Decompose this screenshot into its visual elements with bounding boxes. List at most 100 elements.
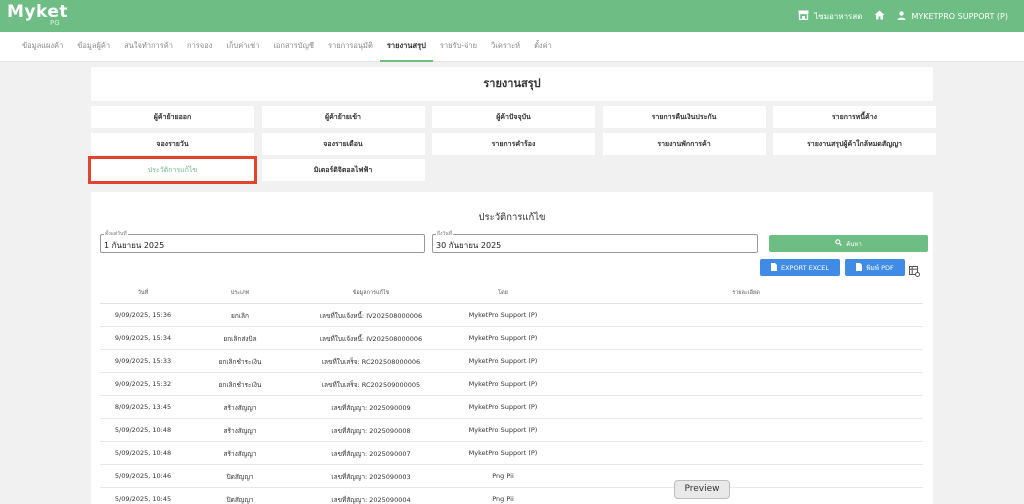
table-cell: เลขที่ใบแจ้งหนี้: IV202508000006 <box>319 312 423 320</box>
nav-item[interactable]: การจอง <box>180 32 219 62</box>
table-cell: 8/09/2025, 13:45 <box>114 403 172 411</box>
nav-item[interactable]: ตั้งค่า <box>527 32 559 62</box>
nav-item[interactable]: รายการอนุมัติ <box>321 32 380 62</box>
report-tile[interactable]: จองรายเดือน <box>261 132 425 155</box>
user-icon <box>897 10 906 22</box>
table-row[interactable]: 8/09/2025, 13:45 สร้างสัญญา เลขที่สัญญา: 2… <box>100 396 923 419</box>
export-excel-label: EXPORT EXCEL <box>780 263 830 272</box>
table-cell: เลขที่ใบเสร็จ: RC202508000006 <box>321 358 421 366</box>
content-panel: ประวัติการแก้ไข ตั้งแต่วันที่ 1 กันยายน … <box>91 192 933 504</box>
table-cell: ยกเลิก <box>231 312 249 320</box>
file-icon <box>856 262 863 273</box>
column-settings-icon[interactable] <box>909 262 920 281</box>
title-panel: รายงานสรุป <box>91 67 933 101</box>
table-cell: ปิดสัญญา <box>226 496 254 504</box>
table-cell: เลขที่ใบเสร็จ: RC202509000005 <box>321 381 421 389</box>
print-pdf-button[interactable]: พิมพ์ PDF <box>845 259 905 276</box>
table-cell: สร้างสัญญา <box>223 450 257 458</box>
report-tile[interactable]: ผู้ค้าย้ายออก <box>91 106 254 128</box>
report-tile[interactable]: รายงานสรุปผู้ค้าใกล้หมดสัญญา <box>773 132 936 155</box>
end-date-field[interactable]: ถึงวันที่ 30 กันยายน 2025 <box>432 231 758 253</box>
end-date-label: ถึงวันที่ <box>436 231 453 237</box>
main-nav: ข้อมูลแผงค้า ข้อมูลผู้ค้า สนใจทำการค้า การจ… <box>0 32 1024 62</box>
table-row[interactable]: 5/09/2025, 10:48 สร้างสัญญา เลขที่สัญญา: 2… <box>100 419 923 442</box>
table-cell: เลขที่ใบแจ้งหนี้: IV202508000006 <box>319 335 423 343</box>
table-cell: ยกเลิกชำระเงิน <box>218 381 262 389</box>
table-cell: ยกเลิกชำระเงิน <box>218 358 262 366</box>
table-cell: 5/09/2025, 10:48 <box>114 449 172 457</box>
table-cell: สร้างสัญญา <box>223 404 257 412</box>
table-row[interactable]: 9/09/2025, 15:33 ยกเลิกชำระเงิน เลขที่ใบเส… <box>100 350 923 373</box>
logo-sub: PG <box>50 19 60 27</box>
report-tile[interactable]: ผู้ค้าย้ายเข้า <box>261 106 425 128</box>
table-cell: เลขที่สัญญา: 2025090009 <box>331 404 411 412</box>
table-cell: Png Pii <box>492 495 514 503</box>
report-tile[interactable]: ประวัติการแก้ไข <box>88 156 257 184</box>
table-row[interactable]: 5/09/2025, 10:45 ปิดสัญญา เลขที่สัญญา: 202… <box>100 488 923 504</box>
table-cell: สร้างสัญญา <box>223 427 257 435</box>
history-table: วันที่ ประเภท ข้อมูลการแก้ไข โดย รายละเอียด … <box>100 282 923 504</box>
start-date-label: ตั้งแต่วันที่ <box>104 231 128 237</box>
column-header[interactable]: รายละเอียด <box>732 289 760 297</box>
table-cell: 5/09/2025, 10:45 <box>114 495 172 503</box>
table-cell: 9/09/2025, 15:32 <box>114 380 172 388</box>
report-tile[interactable]: ผู้ค้าปัจจุบัน <box>432 106 595 128</box>
nav-item[interactable]: รายรับ-จ่าย <box>433 32 484 62</box>
section-title: ประวัติการแก้ไข <box>478 212 546 223</box>
table-cell: 9/09/2025, 15:36 <box>114 311 172 319</box>
store-icon <box>798 10 809 22</box>
column-header[interactable]: ข้อมูลการแก้ไข <box>353 289 390 297</box>
table-cell: เลขที่สัญญา: 2025090003 <box>331 473 411 481</box>
table-row[interactable]: 9/09/2025, 15:36 ยกเลิก เลขที่ใบแจ้งหนี้: … <box>100 304 923 327</box>
table-row[interactable]: 9/09/2025, 15:34 ยกเลิกส่งบิล เลขที่ใบแจ้ง… <box>100 327 923 350</box>
export-excel-button[interactable]: EXPORT EXCEL <box>760 259 840 276</box>
table-cell: เลขที่สัญญา: 2025090004 <box>331 496 411 504</box>
nav-item[interactable]: ข้อมูลผู้ค้า <box>70 32 117 62</box>
table-cell: MyketPro Support (P) <box>468 334 538 342</box>
table-row[interactable]: 5/09/2025, 10:46 ปิดสัญญา เลขที่สัญญา: 202… <box>100 465 923 488</box>
table-cell: Png Pii <box>492 472 514 480</box>
table-cell: ปิดสัญญา <box>226 473 254 481</box>
home-button[interactable] <box>874 10 885 22</box>
store-selector[interactable]: ไซมอาหารสด <box>798 10 862 23</box>
preview-badge[interactable]: Preview <box>674 480 730 499</box>
nav-item[interactable]: สนใจทำการค้า <box>117 32 180 62</box>
print-pdf-label: พิมพ์ PDF <box>866 263 894 272</box>
table-cell: 9/09/2025, 15:33 <box>114 357 172 365</box>
report-tile[interactable]: จองรายวัน <box>91 132 254 155</box>
report-tile[interactable]: รายการคืนเงินประกัน <box>602 106 766 128</box>
nav-item[interactable]: วิเคราะห์ <box>484 32 527 62</box>
table-header: วันที่ ประเภท ข้อมูลการแก้ไข โดย รายละเอียด <box>100 282 923 304</box>
table-cell: MyketPro Support (P) <box>468 311 538 319</box>
report-tile[interactable]: มิเตอร์ดิจิตอลไฟฟ้า <box>261 159 425 181</box>
table-cell: MyketPro Support (P) <box>468 426 538 434</box>
table-cell: เลขที่สัญญา: 2025090008 <box>331 427 411 435</box>
search-label: ค้นหา <box>846 240 862 248</box>
table-cell: MyketPro Support (P) <box>468 403 538 411</box>
column-header[interactable]: วันที่ <box>138 289 148 297</box>
column-header[interactable]: ประเภท <box>231 289 250 297</box>
user-label: MYKETPRO SUPPORT (P) <box>911 11 1008 21</box>
end-date-value: 30 กันยายน 2025 <box>436 241 502 250</box>
home-icon <box>874 10 885 22</box>
nav-item[interactable]: เอกสารบัญชี <box>266 32 321 62</box>
page-title: รายงานสรุป <box>483 77 541 90</box>
start-date-field[interactable]: ตั้งแต่วันที่ 1 กันยายน 2025 <box>100 231 425 253</box>
report-tile[interactable]: รายการคำร้อง <box>432 132 595 155</box>
nav-item[interactable]: เก็บค่าเช่า <box>219 32 266 62</box>
user-menu[interactable]: MYKETPRO SUPPORT (P) <box>897 10 1008 22</box>
report-tile[interactable]: รายการหนี้ค้าง <box>773 106 936 128</box>
table-cell: MyketPro Support (P) <box>468 449 538 457</box>
top-bar: Myket PG ไซมอาหารสด MYKETPRO SUPPORT (P) <box>0 0 1024 32</box>
app-logo[interactable]: Myket PG <box>7 3 68 27</box>
start-date-value: 1 กันยายน 2025 <box>104 241 165 250</box>
file-icon <box>770 262 777 273</box>
table-row[interactable]: 9/09/2025, 15:32 ยกเลิกชำระเงิน เลขที่ใบเส… <box>100 373 923 396</box>
nav-item[interactable]: รายงานสรุป <box>379 32 433 62</box>
column-header[interactable]: โดย <box>498 289 508 297</box>
nav-item[interactable]: ข้อมูลแผงค้า <box>15 32 70 62</box>
search-button[interactable]: ค้นหา <box>769 235 928 252</box>
report-tile[interactable]: รายงานพักการค้า <box>602 132 766 155</box>
table-cell: 5/09/2025, 10:46 <box>114 472 172 480</box>
table-row[interactable]: 5/09/2025, 10:48 สร้างสัญญา เลขที่สัญญา: 2… <box>100 442 923 465</box>
